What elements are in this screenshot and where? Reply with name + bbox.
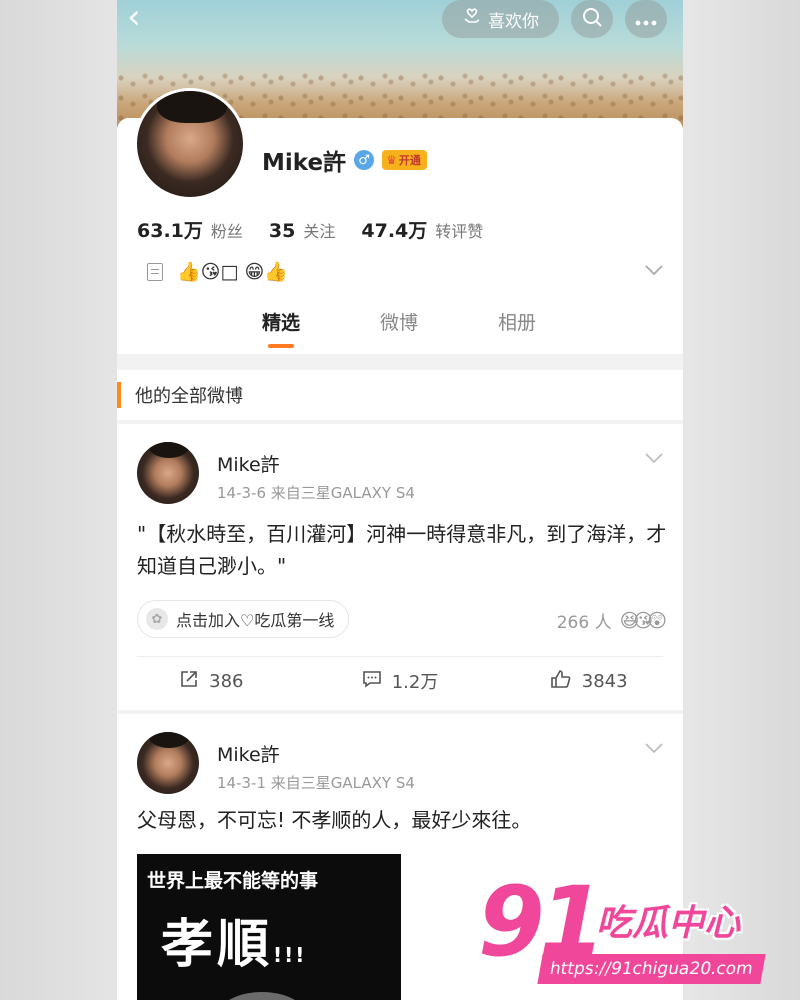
vip-open-badge[interactable]: ♛ 开通 xyxy=(382,150,427,170)
search-icon xyxy=(581,6,603,33)
image-caption-line2: 孝順!!! xyxy=(161,902,306,977)
reaction-count: 266 人 xyxy=(556,613,612,633)
post-menu-button[interactable] xyxy=(645,738,663,757)
post-menu-button[interactable] xyxy=(645,448,663,467)
like-button[interactable]: 3843 xyxy=(494,668,683,694)
profile-name-row: Mike許 ♂ ♛ 开通 xyxy=(262,143,427,177)
hand-heart-icon xyxy=(462,7,482,32)
post-avatar[interactable] xyxy=(137,442,199,504)
post-image[interactable]: 世界上最不能等的事 孝順!!! xyxy=(137,854,401,1000)
post-text: 父母恩，不可忘! 不孝顺的人，最好少來往。 xyxy=(137,808,532,832)
topic-chip[interactable]: ✿ 点击加入♡吃瓜第一线 xyxy=(137,600,350,638)
stat-interactions[interactable]: 47.4万 转评赞 xyxy=(361,216,483,243)
post-meta: 14-3-6 来自三星GALAXY S4 xyxy=(217,484,415,502)
like-you-button[interactable]: 喜欢你 xyxy=(442,0,559,38)
bio-row: 👍😘□ 😁👍 xyxy=(147,260,288,283)
crown-icon: ♛ xyxy=(386,153,397,167)
like-you-label: 喜欢你 xyxy=(488,11,539,32)
divider xyxy=(137,656,663,657)
profile-card: Mike許 ♂ ♛ 开通 63.1万 粉丝 35 关注 47.4万 转评赞 👍� xyxy=(117,88,683,354)
comment-button[interactable]: 1.2万 xyxy=(306,668,495,694)
phone-screen: ‹ 喜欢你 Mike許 ♂ ♛ 开通 63.1万 粉丝 35 关注 47.4万 … xyxy=(117,0,683,1000)
male-gender-icon: ♂ xyxy=(354,150,375,170)
tab-featured[interactable]: 精选 xyxy=(222,308,340,352)
post-avatar[interactable] xyxy=(137,732,199,794)
stat-followers[interactable]: 63.1万 粉丝 xyxy=(137,216,243,243)
profile-tabs: 精选 微博 相册 xyxy=(117,308,683,352)
stat-label: 关注 xyxy=(303,222,336,241)
stat-label: 粉丝 xyxy=(210,222,243,241)
comment-icon xyxy=(362,669,382,694)
profile-stats: 63.1万 粉丝 35 关注 47.4万 转评赞 xyxy=(137,216,483,243)
flower-icon: ✿ xyxy=(146,608,168,630)
watermark-url: https://91chigua20.com xyxy=(537,954,766,984)
profile-name: Mike許 xyxy=(262,150,347,176)
topic-label: 点击加入♡吃瓜第一线 xyxy=(176,611,335,630)
post-card[interactable]: Mike許 14-3-6 来自三星GALAXY S4 "【秋水時至，百川灌河】河… xyxy=(117,424,683,710)
comment-count: 1.2万 xyxy=(391,672,439,693)
image-figure xyxy=(217,992,307,1000)
post-author[interactable]: Mike許 xyxy=(217,740,280,767)
expand-bio-button[interactable] xyxy=(645,260,663,279)
tab-album[interactable]: 相册 xyxy=(458,308,576,352)
stat-value: 63.1万 xyxy=(137,220,203,242)
watermark-name: 吃瓜中心 xyxy=(596,903,741,944)
post-author[interactable]: Mike許 xyxy=(217,450,280,477)
back-button[interactable]: ‹ xyxy=(127,0,167,36)
profile-bio: 👍😘□ 😁👍 xyxy=(177,261,288,283)
image-caption-exclaim: !!! xyxy=(273,943,307,967)
post-text: "【秋水時至，百川灌河】河神一時得意非凡，到了海洋，才知道自己渺小。" xyxy=(137,522,667,578)
chevron-down-icon xyxy=(645,738,663,757)
more-button[interactable] xyxy=(625,0,667,38)
watermark-logo: 91 吃瓜中心 https://91chigua20.com xyxy=(478,866,778,992)
post-actions: 386 1.2万 3843 xyxy=(117,668,683,694)
thumbs-up-icon xyxy=(550,669,572,694)
repost-icon xyxy=(179,669,199,694)
reaction-summary[interactable]: 266 人 😆😘😲 xyxy=(556,608,667,634)
image-caption-line1: 世界上最不能等的事 xyxy=(147,870,319,892)
tab-weibo[interactable]: 微博 xyxy=(340,308,458,352)
post-meta: 14-3-1 来自三星GALAXY S4 xyxy=(217,774,415,792)
reaction-emojis: 😆😘😲 xyxy=(619,609,667,632)
stat-value: 35 xyxy=(268,220,296,242)
stat-value: 47.4万 xyxy=(361,220,428,242)
profile-avatar[interactable] xyxy=(134,88,246,200)
chevron-down-icon xyxy=(645,448,663,467)
section-title: 他的全部微博 xyxy=(117,370,683,420)
repost-count: 386 xyxy=(209,670,244,692)
more-icon xyxy=(635,7,657,31)
stat-following[interactable]: 35 关注 xyxy=(269,218,335,242)
image-caption-main: 孝順 xyxy=(161,915,274,975)
stat-label: 转评赞 xyxy=(435,222,484,241)
vip-open-label: 开通 xyxy=(398,154,421,167)
search-button[interactable] xyxy=(571,0,613,38)
repost-button[interactable]: 386 xyxy=(117,668,306,694)
document-icon xyxy=(147,262,163,281)
chevron-down-icon xyxy=(645,260,663,279)
like-count: 3843 xyxy=(581,670,628,692)
